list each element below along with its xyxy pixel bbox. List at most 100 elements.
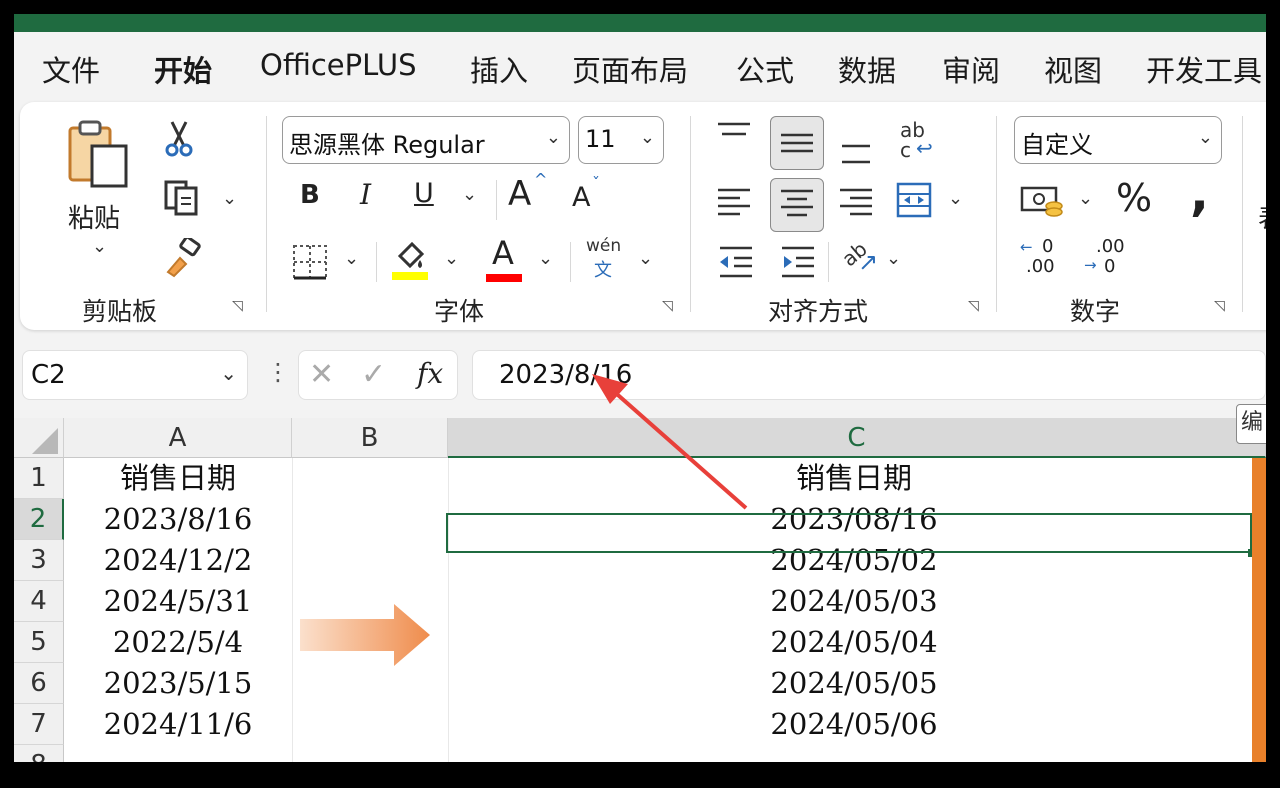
row-header-2[interactable]: 2 [14,499,64,540]
increase-font-button[interactable]: A [508,174,531,214]
cell-a4[interactable]: 2024/5/31 [64,581,292,622]
border-dropdown-arrow[interactable]: ⌄ [344,248,359,269]
copy-dropdown-arrow[interactable]: ⌄ [222,188,237,209]
tab-formulas[interactable]: 公式 [736,48,794,90]
ribbon-panel: 粘贴 ⌄ ⌄ 剪贴板 ◹ 思源黑体 Regular ⌄ 11 ⌄ B I U ⌄… [20,102,1266,330]
phonetic-dropdown-arrow[interactable]: ⌄ [638,248,653,269]
divider [496,180,497,220]
row-header-5[interactable]: 5 [14,622,64,663]
cell-a1[interactable]: 销售日期 [64,458,292,499]
orientation-dropdown-arrow[interactable]: ⌄ [886,248,901,269]
fill-color-dropdown-arrow[interactable]: ⌄ [444,248,459,269]
tab-file[interactable]: 文件 [42,48,100,90]
wrap-text-icon[interactable]: ab c ↩ [896,118,940,162]
comma-style-button[interactable]: , [1190,164,1209,222]
phonetic-bottom[interactable]: 文 [594,256,612,282]
increase-decimal-top: 0 [1042,236,1054,257]
more-options-icon[interactable]: ⋮ [266,358,290,386]
currency-format-icon[interactable] [1020,182,1066,222]
column-header-a[interactable]: A [64,418,292,458]
confirm-icon[interactable]: ✓ [361,357,386,392]
font-dialog-launcher-icon[interactable]: ◹ [662,298,678,314]
cell-a5[interactable]: 2022/5/4 [64,622,292,663]
font-color-icon[interactable]: A [486,234,526,282]
fill-color-icon[interactable] [390,238,430,282]
tab-page-layout[interactable]: 页面布局 [572,48,688,90]
underline-dropdown-arrow[interactable]: ⌄ [462,184,477,205]
orange-side-bar [1252,458,1266,762]
tab-home[interactable]: 开始 [154,48,212,90]
row-header-6[interactable]: 6 [14,663,64,704]
screenshot-frame: 文件 开始 OfficePLUS 插入 页面布局 公式 数据 审阅 视图 开发工… [0,0,1280,788]
tab-developer[interactable]: 开发工具 [1146,48,1262,90]
chevron-down-icon[interactable]: ⌄ [220,361,237,385]
increase-decimal-button[interactable]: ← 0 .00 [1020,236,1070,282]
clipboard-dialog-launcher-icon[interactable]: ◹ [232,298,248,314]
cell-a6[interactable]: 2023/5/15 [64,663,292,704]
increase-indent-icon[interactable] [778,244,818,280]
align-center-button[interactable] [770,178,824,232]
alignment-dialog-launcher-icon[interactable]: ◹ [968,298,984,314]
row-header-8[interactable]: 8 [14,745,64,762]
currency-dropdown-arrow[interactable]: ⌄ [1078,188,1093,209]
cell-a3[interactable]: 2024/12/2 [64,540,292,581]
font-color-dropdown-arrow[interactable]: ⌄ [538,248,553,269]
font-size-select[interactable]: 11 ⌄ [578,116,664,164]
cell-a2[interactable]: 2023/8/16 [64,499,292,540]
decrease-decimal-button[interactable]: .00 → 0 [1084,236,1134,282]
row-header-7[interactable]: 7 [14,704,64,745]
number-format-value: 自定义 [1021,131,1093,159]
align-bottom-icon[interactable] [836,132,876,168]
decrease-indent-icon[interactable] [716,244,756,280]
percent-button[interactable]: % [1116,176,1152,220]
format-painter-icon[interactable] [162,235,202,278]
cell-c7[interactable]: 2024/05/06 [448,704,1260,745]
merge-center-icon[interactable] [894,180,934,220]
cancel-icon[interactable]: ✕ [309,357,334,392]
paste-icon[interactable] [64,118,134,190]
underline-button[interactable]: U [414,178,434,209]
cell-c1[interactable]: 销售日期 [448,458,1260,499]
font-name-select[interactable]: 思源黑体 Regular ⌄ [282,116,570,164]
tab-officeplus[interactable]: OfficePLUS [260,48,416,82]
italic-button[interactable]: I [360,178,371,211]
copy-icon[interactable] [162,178,202,218]
number-dialog-launcher-icon[interactable]: ◹ [1214,298,1230,314]
row-header-4[interactable]: 4 [14,581,64,622]
column-header-b[interactable]: B [292,418,448,458]
cut-icon[interactable] [162,118,196,158]
tab-view[interactable]: 视图 [1044,48,1102,90]
row-header-3[interactable]: 3 [14,540,64,581]
styles-partial-label: 表 [1258,198,1266,235]
row-header-1[interactable]: 1 [14,458,64,499]
insert-function-button[interactable]: fx [417,357,443,390]
align-right-icon[interactable] [836,182,876,222]
phonetic-top[interactable]: wén [586,236,621,256]
select-all-corner[interactable] [14,418,64,458]
border-icon[interactable] [290,242,330,282]
name-box[interactable]: C2 ⌄ [22,350,248,400]
alignment-group-label: 对齐方式 [768,297,869,326]
tab-insert[interactable]: 插入 [470,48,528,90]
align-top-icon[interactable] [714,120,754,150]
number-format-select[interactable]: 自定义 ⌄ [1014,116,1222,164]
cell-c6[interactable]: 2024/05/05 [448,663,1260,704]
orientation-icon[interactable]: ab ↗ [837,237,884,282]
tab-data[interactable]: 数据 [838,48,896,90]
align-middle-button[interactable] [770,116,824,170]
align-left-icon[interactable] [714,182,754,222]
column-header-c[interactable]: C [448,418,1266,458]
cell-a7[interactable]: 2024/11/6 [64,704,292,745]
paste-dropdown-arrow[interactable]: ⌄ [92,236,107,257]
cell-c4[interactable]: 2024/05/03 [448,581,1260,622]
decrease-font-button[interactable]: A [572,182,590,213]
active-cell-border [446,513,1252,553]
edit-tag[interactable]: 编 [1236,404,1266,444]
bold-button[interactable]: B [300,180,320,210]
ribbon-tabs: 文件 开始 OfficePLUS 插入 页面布局 公式 数据 审阅 视图 开发工… [14,32,1266,110]
merge-dropdown-arrow[interactable]: ⌄ [948,188,963,209]
tab-review[interactable]: 审阅 [942,48,1000,90]
cell-c5[interactable]: 2024/05/04 [448,622,1260,663]
font-size-value: 11 [585,125,616,153]
paste-label[interactable]: 粘贴 [68,198,120,235]
